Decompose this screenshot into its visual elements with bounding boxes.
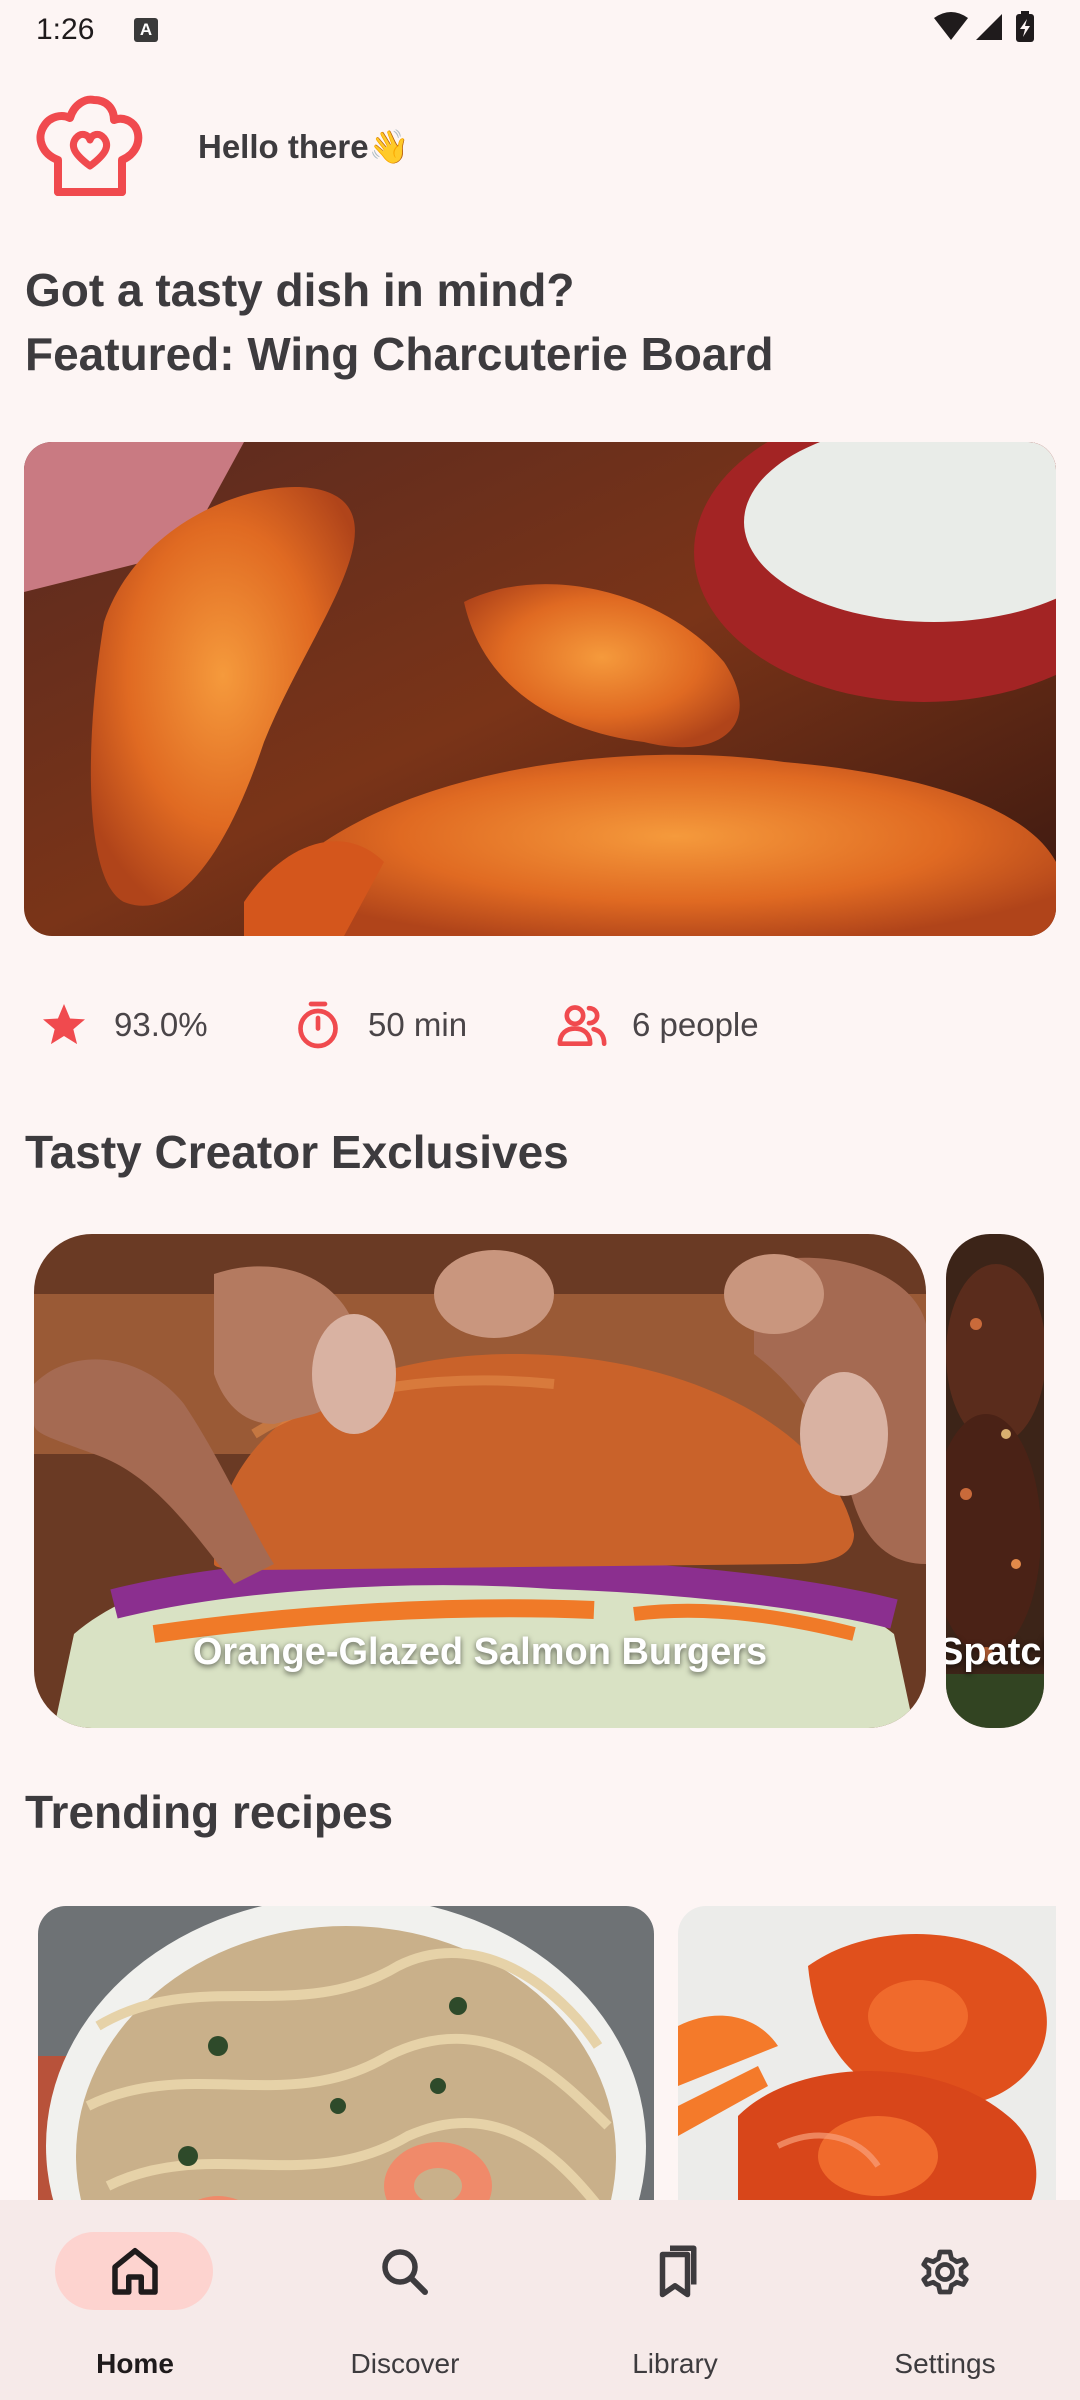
featured-title[interactable]: Featured: Wing Charcuterie Board xyxy=(25,336,1055,386)
rating-value: 93.0% xyxy=(114,1006,208,1043)
a-badge-icon: A xyxy=(134,18,158,42)
rating-stat: 93.0% xyxy=(36,990,208,1060)
prompt-heading: Got a tasty dish in mind? xyxy=(25,264,575,316)
nav-home[interactable]: Home xyxy=(0,2200,270,2400)
creator-card-label: Spatch xyxy=(946,1631,1044,1673)
trending-title: Trending recipes xyxy=(25,1786,394,1838)
people-icon xyxy=(554,997,610,1053)
buffalo-chicken-image xyxy=(678,1906,1056,2236)
timer-icon xyxy=(290,997,346,1053)
time-stat: 50 min xyxy=(290,990,467,1060)
star-icon xyxy=(36,997,92,1053)
gear-icon xyxy=(915,2242,975,2302)
nav-discover-label: Discover xyxy=(350,2348,460,2379)
nav-discover[interactable]: Discover xyxy=(270,2200,540,2400)
chef-hat-heart-icon xyxy=(28,88,146,206)
creator-card-label: Orange-Glazed Salmon Burgers xyxy=(192,1631,768,1673)
wifi-icon xyxy=(934,12,968,40)
nav-home-label: Home xyxy=(96,2348,174,2379)
search-icon xyxy=(375,2242,435,2302)
creator-card[interactable]: Spatch xyxy=(946,1234,1044,1728)
servings-stat: 6 people xyxy=(554,990,759,1060)
featured-stats: 93.0% 50 min 6 people xyxy=(0,990,1080,1060)
status-time: 1:26 xyxy=(36,13,95,46)
creator-card[interactable]: Orange-Glazed Salmon Burgers xyxy=(34,1234,926,1728)
trending-card[interactable] xyxy=(38,1906,654,2236)
nav-library[interactable]: Library xyxy=(540,2200,810,2400)
time-value: 50 min xyxy=(368,1006,468,1043)
nav-settings-label: Settings xyxy=(894,2348,996,2379)
bookmarks-icon xyxy=(645,2242,705,2302)
bottom-navigation: Home Discover Library Settings xyxy=(0,2200,1080,2400)
nav-library-label: Library xyxy=(632,2348,718,2379)
shrimp-pasta-image xyxy=(38,1906,654,2236)
signal-icon xyxy=(976,14,1002,40)
servings-value: 6 people xyxy=(632,1006,759,1043)
featured-title-text: Featured: Wing Charcuterie Board xyxy=(25,336,774,380)
status-icons xyxy=(932,10,1052,50)
featured-image[interactable] xyxy=(24,442,1056,936)
battery-charging-icon xyxy=(1016,11,1034,42)
trending-card[interactable] xyxy=(678,1906,1056,2236)
creator-exclusives-title: Tasty Creator Exclusives xyxy=(25,1126,569,1178)
nav-settings[interactable]: Settings xyxy=(810,2200,1080,2400)
home-icon xyxy=(105,2242,165,2302)
greeting-text: Hello there👋 xyxy=(198,128,410,165)
